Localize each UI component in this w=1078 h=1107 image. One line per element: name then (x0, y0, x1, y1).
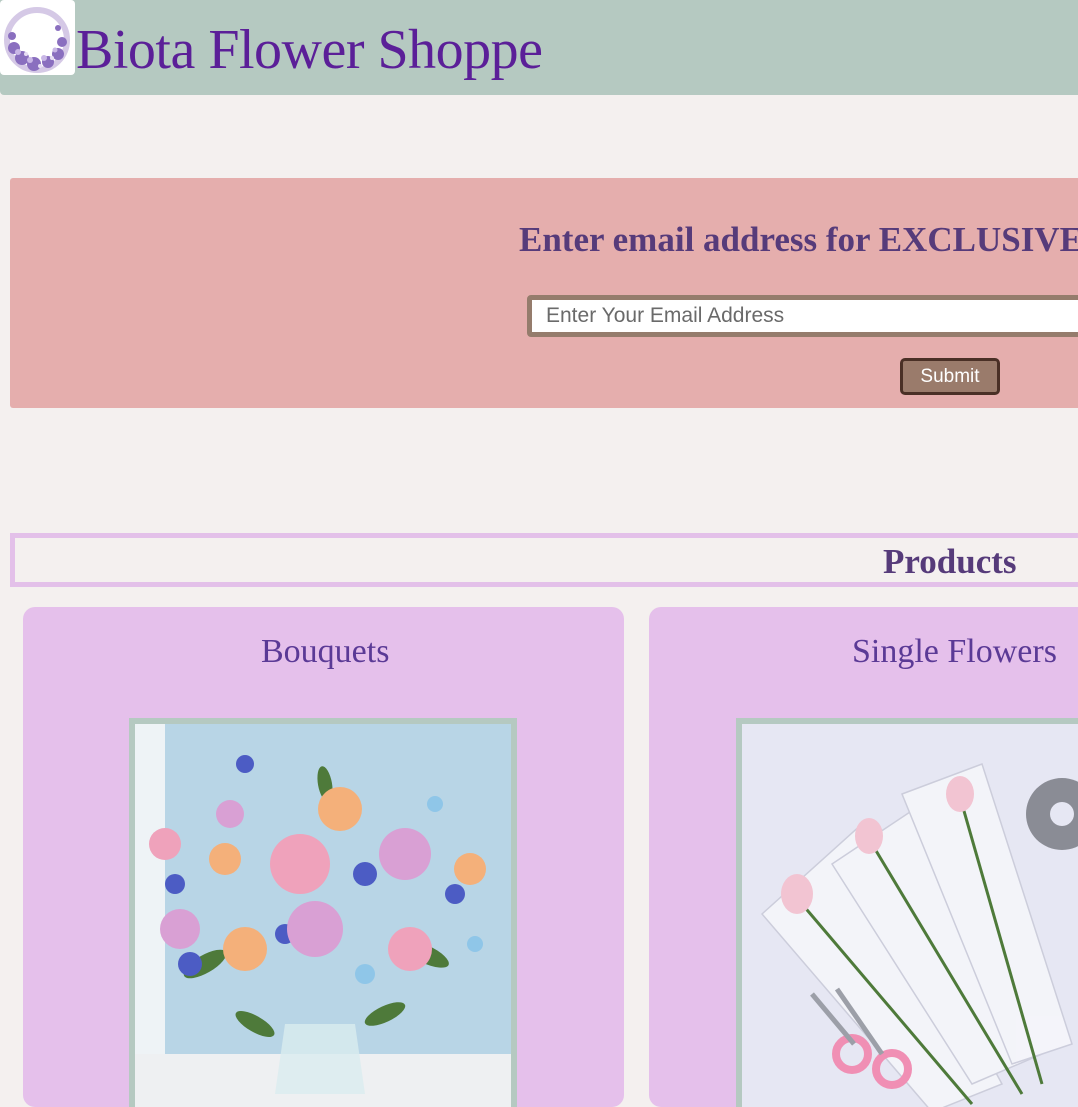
product-card-bouquets[interactable]: Bouquets (23, 607, 624, 1107)
product-card-title: Single Flowers (852, 633, 1057, 670)
products-section-header: Products (10, 533, 1078, 587)
submit-button[interactable]: Submit (900, 358, 1000, 395)
floral-wreath-logo-icon[interactable] (0, 0, 75, 75)
email-signup-banner: Enter email address for EXCLUSIVE Submit (10, 178, 1078, 408)
email-signup-heading: Enter email address for EXCLUSIVE (519, 220, 1078, 259)
site-title: Biota Flower Shoppe (76, 19, 543, 81)
wrapped-roses-photo[interactable] (736, 718, 1078, 1107)
email-field[interactable] (527, 295, 1078, 337)
bouquet-photo[interactable] (129, 718, 517, 1107)
products-heading: Products (883, 542, 1017, 581)
product-card-title: Bouquets (261, 633, 390, 670)
product-card-single-flowers[interactable]: Single Flowers (649, 607, 1078, 1107)
site-header: Biota Flower Shoppe (0, 0, 1078, 95)
